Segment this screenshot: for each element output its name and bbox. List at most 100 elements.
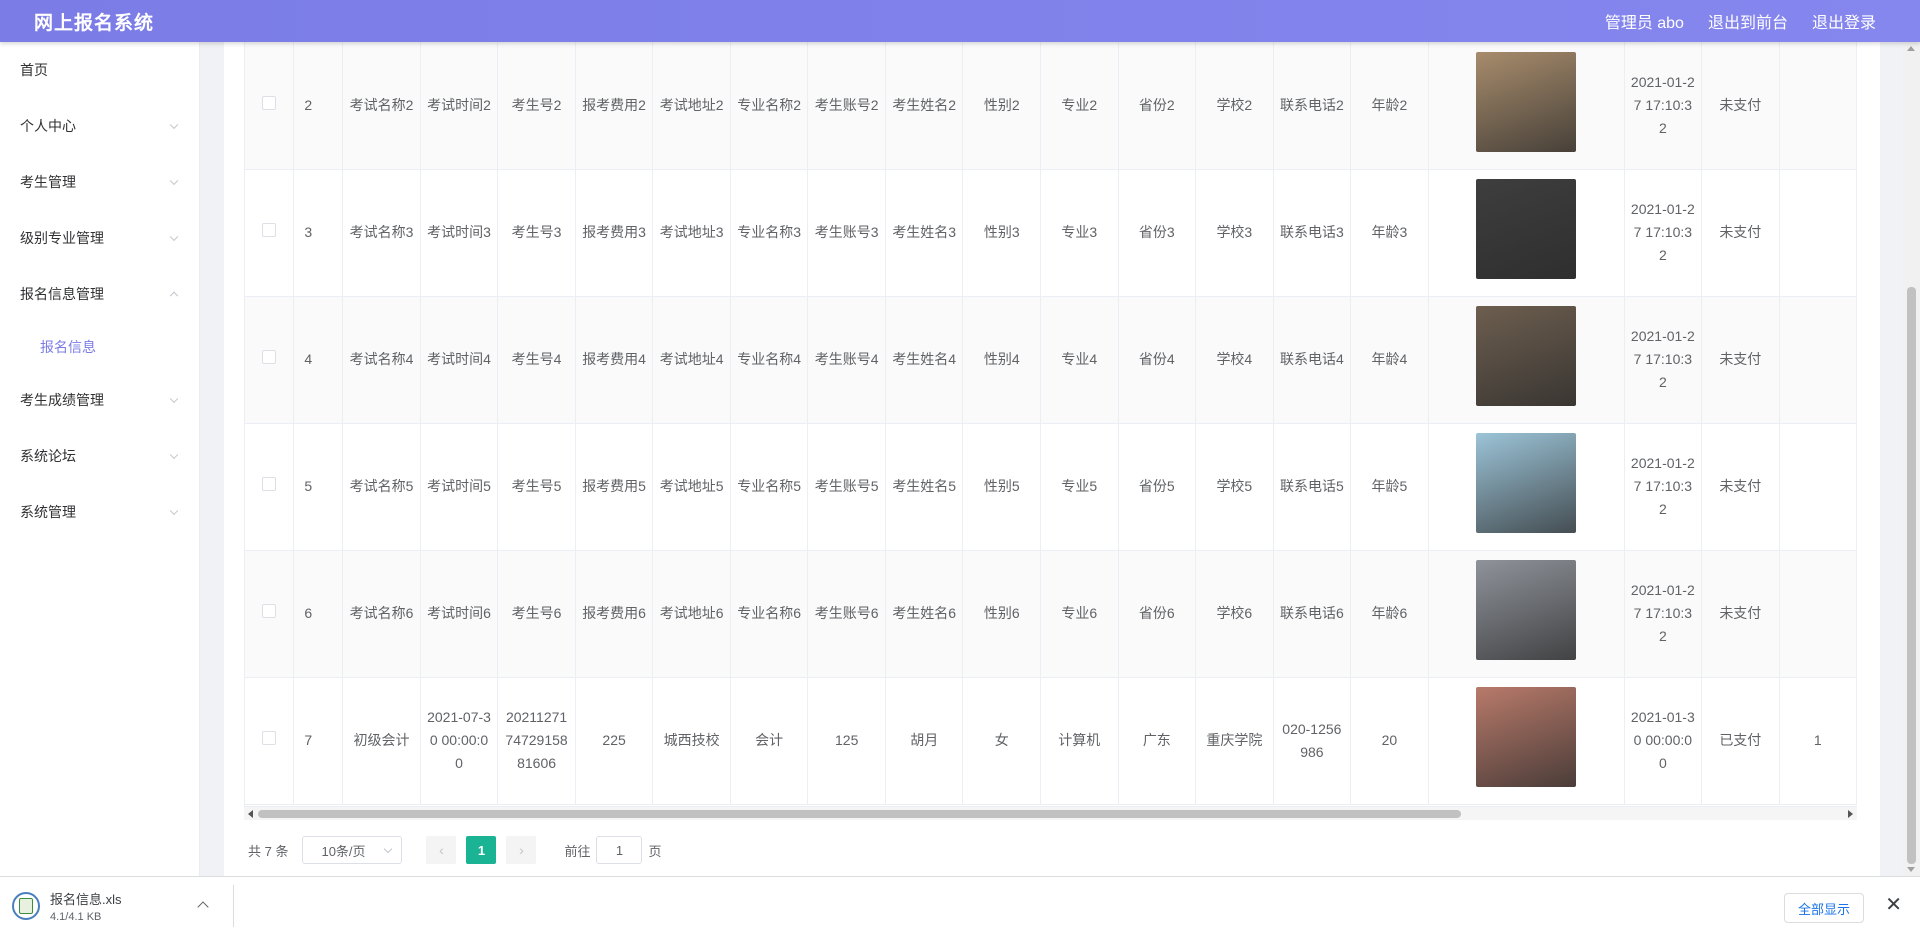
created-time-cell: 2021-01-27 17:10:32 [1624,42,1703,170]
goto-prefix: 前往 [564,843,591,859]
photo-cell [1428,677,1625,805]
sidebar-item-home[interactable]: 首页 [0,42,199,98]
chevron-down-icon [384,844,393,854]
goto-suffix: 页 [648,843,662,859]
created-time-cell: 2021-01-27 17:10:32 [1624,550,1703,678]
row-checkbox[interactable] [262,731,277,745]
sidebar-item-personal-center[interactable]: 个人中心 [0,98,199,154]
fee-cell: 报考费用6 [575,550,654,678]
sidebar-item-system-management[interactable]: 系统管理 [0,484,199,540]
next-page-button[interactable]: › [506,836,537,864]
row-select-cell [245,550,295,678]
download-item[interactable]: 报名信息.xls 4.1/4.1 KB [12,885,234,927]
account-cell: 考生账号4 [807,296,886,424]
chevron-down-icon [169,232,179,242]
chevron-down-icon [169,506,179,516]
examinee-photo [1476,306,1577,406]
row-checkbox[interactable] [262,95,277,110]
table-row: 5 考试名称5 考试时间5 考生号5 报考费用5 考试地址5 专业名称5 考生账号5 考生姓名5… [245,423,1857,551]
index-cell: 3 [293,169,344,297]
exam-time-cell: 考试时间6 [420,550,499,678]
table-row: 3 考试名称3 考试时间3 考生号3 报考费用3 考试地址3 专业名称3 考生账号3 考生姓名3… [245,169,1857,297]
school-cell: 学校6 [1195,550,1274,678]
age-cell: 年龄6 [1350,550,1429,678]
logout-link[interactable]: 退出登录 [1812,9,1876,33]
examinee-no-cell: 202112717472915881606 [497,677,576,805]
show-all-downloads-button[interactable]: 全部显示 [1784,893,1864,923]
scroll-up-arrow-icon[interactable] [1907,46,1915,51]
table-row: 6 考试名称6 考试时间6 考生号6 报考费用6 考试地址6 专业名称6 考生账号6 考生姓名6… [245,550,1857,678]
created-time-cell: 2021-01-27 17:10:32 [1624,423,1703,551]
prev-page-button[interactable]: ‹ [426,836,457,864]
chevron-down-icon [169,120,179,130]
row-select-cell [245,423,295,551]
province-cell: 广东 [1118,677,1197,805]
extra-cell [1779,423,1857,551]
extra-cell: 1 [1779,677,1857,805]
school-cell: 学校2 [1195,42,1274,170]
school-cell: 学校4 [1195,296,1274,424]
fee-cell: 225 [575,677,654,805]
examinee-no-cell: 考生号6 [497,550,576,678]
chevron-up-icon[interactable] [197,901,209,913]
row-checkbox[interactable] [262,477,277,491]
row-select-cell [245,677,295,805]
exam-address-cell: 考试地址4 [652,296,731,424]
fee-cell: 报考费用2 [575,42,654,170]
school-cell: 重庆学院 [1195,677,1274,805]
photo-cell [1428,42,1625,170]
chevron-up-icon [169,291,179,301]
scrollbar-thumb[interactable] [258,810,1461,818]
page-size-select[interactable]: 10条/页 [302,836,403,864]
school-cell: 学校3 [1195,169,1274,297]
photo-cell [1428,550,1625,678]
exam-name-cell: 考试名称4 [342,296,421,424]
goto-page-input[interactable]: 1 [596,836,643,864]
row-checkbox[interactable] [262,350,277,364]
scroll-left-arrow-icon[interactable] [248,810,253,818]
major-name-cell: 专业名称3 [730,169,809,297]
age-cell: 年龄4 [1350,296,1429,424]
phone-cell: 联系电话2 [1273,42,1352,170]
exam-time-cell: 考试时间4 [420,296,499,424]
back-to-front-link[interactable]: 退出到前台 [1708,9,1788,33]
page-vertical-scrollbar[interactable] [1903,42,1920,876]
horizontal-scrollbar[interactable] [244,806,1857,820]
chevron-down-icon [169,394,179,404]
chevron-down-icon [169,450,179,460]
sidebar-item-score-management[interactable]: 考生成绩管理 [0,372,199,428]
scroll-down-arrow-icon[interactable] [1907,867,1915,872]
scroll-right-arrow-icon[interactable] [1848,810,1853,818]
examinee-name-cell: 胡月 [885,677,964,805]
phone-cell: 联系电话4 [1273,296,1352,424]
profession-cell: 专业4 [1040,296,1119,424]
extra-cell [1779,296,1857,424]
sidebar-item-label: 个人中心 [20,118,76,134]
row-checkbox[interactable] [262,223,277,237]
examinee-no-cell: 考生号4 [497,296,576,424]
account-cell: 考生账号2 [807,42,886,170]
account-cell: 考生账号3 [807,169,886,297]
examinee-name-cell: 考生姓名3 [885,169,964,297]
exam-address-cell: 考试地址6 [652,550,731,678]
province-cell: 省份4 [1118,296,1197,424]
fee-cell: 报考费用4 [575,296,654,424]
extra-cell [1779,169,1857,297]
sidebar-item-level-major-management[interactable]: 级别专业管理 [0,210,199,266]
province-cell: 省份3 [1118,169,1197,297]
total-count: 共 7 条 [248,843,289,859]
phone-cell: 020-1256986 [1273,677,1352,805]
exam-address-cell: 考试地址5 [652,423,731,551]
sidebar-item-examinee-management[interactable]: 考生管理 [0,154,199,210]
major-name-cell: 专业名称5 [730,423,809,551]
admin-label: 管理员 abo [1604,15,1684,32]
close-icon[interactable]: ✕ [1885,895,1902,915]
row-checkbox[interactable] [262,604,277,618]
page-number-1[interactable]: 1 [466,836,497,864]
sidebar-item-registration-management[interactable]: 报名信息管理 [0,266,199,322]
sidebar-item-forum[interactable]: 系统论坛 [0,428,199,484]
photo-cell [1428,296,1625,424]
index-cell: 4 [293,296,344,424]
sidebar-subitem-registration-info[interactable]: 报名信息 [0,322,199,372]
vertical-scrollbar-thumb[interactable] [1907,287,1916,864]
